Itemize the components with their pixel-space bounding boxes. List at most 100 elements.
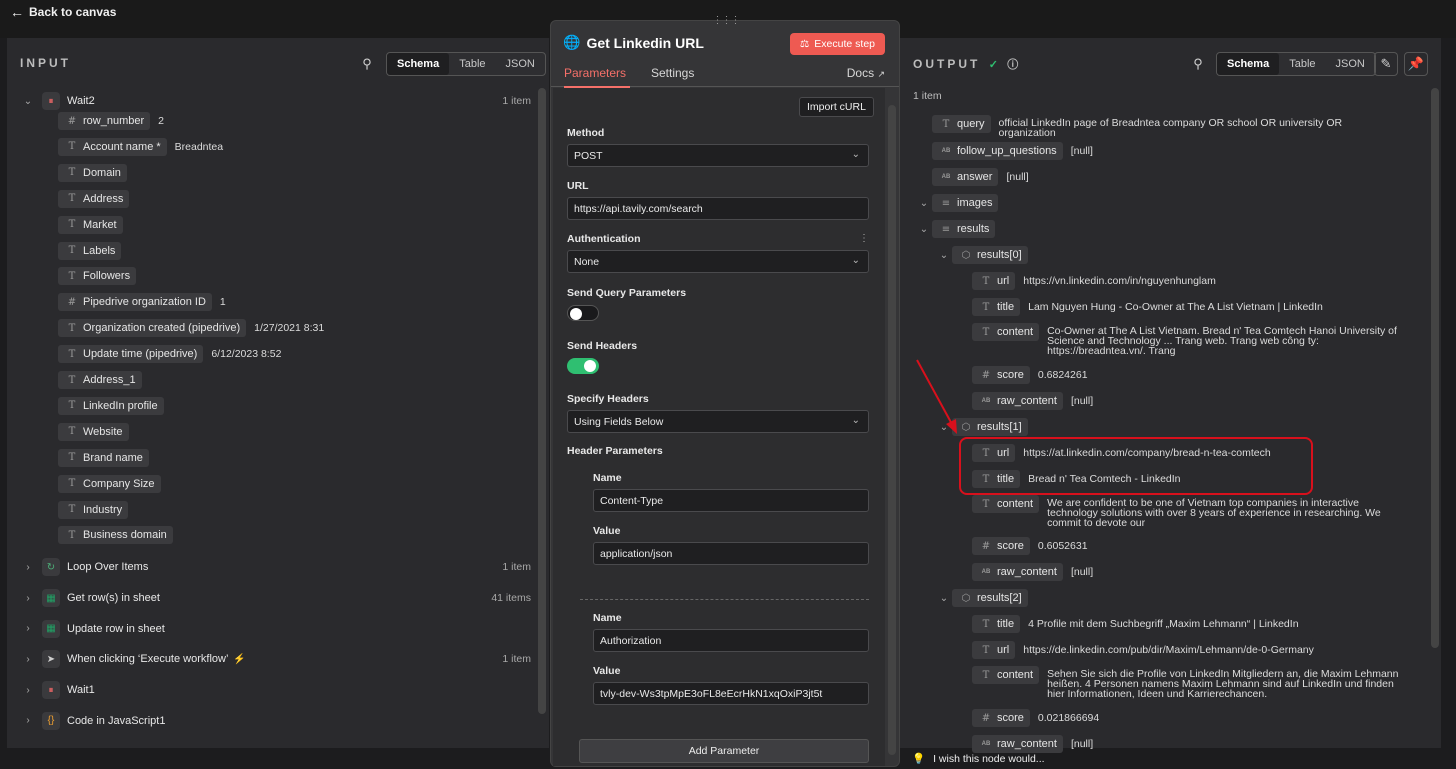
field-pill[interactable]: T Business domain: [58, 526, 173, 545]
input-field[interactable]: T Business domain: [58, 525, 181, 545]
header-2-name-input[interactable]: Authorization: [593, 629, 869, 652]
field-pill[interactable]: Turl: [972, 641, 1016, 659]
field-pill[interactable]: Tcontent: [972, 666, 1040, 684]
output-field[interactable]: Ttitle Lam Nguyen Hung - Co-Owner at The …: [972, 297, 1323, 317]
field-pill[interactable]: T Industry: [58, 500, 129, 519]
import-curl-button[interactable]: Import cURL: [799, 97, 874, 117]
output-field[interactable]: Tcontent Sehen Sie sich die Profile von L…: [972, 666, 1407, 699]
input-node[interactable]: › ▦ Get row(s) in sheet 41 items: [21, 587, 531, 609]
field-pill[interactable]: ⬡ results[2]: [952, 589, 1028, 607]
input-field[interactable]: T Organization created (pipedrive) 1/27/20…: [58, 318, 324, 338]
output-tab-schema[interactable]: Schema: [1217, 53, 1280, 75]
field-pill[interactable]: T Address_1: [58, 371, 142, 389]
search-icon[interactable]: ⚲: [1187, 53, 1209, 75]
chevron-right-icon[interactable]: ›: [21, 593, 35, 604]
field-pill[interactable]: Tcontent: [972, 323, 1040, 341]
input-field[interactable]: T Labels: [58, 241, 129, 261]
input-field[interactable]: T Update time (pipedrive) 6/12/2023 8:52: [58, 344, 281, 364]
chevron-right-icon[interactable]: ›: [21, 715, 35, 726]
chevron-right-icon[interactable]: ›: [21, 654, 35, 665]
input-field[interactable]: # row_number 2: [58, 111, 164, 131]
output-tab-json[interactable]: JSON: [1326, 53, 1375, 75]
field-pill[interactable]: T Account name *: [58, 137, 167, 156]
field-pill[interactable]: ⬡ results[1]: [952, 418, 1028, 436]
input-tab-table[interactable]: Table: [449, 53, 495, 75]
input-field[interactable]: # Pipedrive organization ID 1: [58, 292, 226, 312]
field-pill[interactable]: T Labels: [58, 241, 122, 260]
input-field[interactable]: T Address: [58, 189, 137, 209]
field-pill[interactable]: # score: [972, 366, 1030, 384]
send-headers-toggle[interactable]: [567, 358, 599, 374]
input-field[interactable]: T Address_1: [58, 370, 150, 390]
edit-icon[interactable]: ✎: [1374, 52, 1398, 76]
output-field[interactable]: # score 0.021866694: [972, 708, 1099, 728]
output-field[interactable]: AB raw_content [null]: [972, 391, 1093, 411]
output-field[interactable]: AB raw_content [null]: [972, 734, 1093, 754]
field-pill[interactable]: Ttitle: [972, 298, 1021, 316]
field-pill[interactable]: AB raw_content: [972, 563, 1063, 581]
output-field[interactable]: AB raw_content [null]: [972, 562, 1093, 582]
input-field[interactable]: T Website: [58, 422, 137, 442]
output-tab-table[interactable]: Table: [1279, 53, 1325, 75]
field-pill[interactable]: # score: [972, 709, 1030, 727]
feedback-prompt[interactable]: 💡 I wish this node would...: [912, 752, 1045, 766]
modal-scrollbar[interactable]: [888, 105, 896, 755]
input-field[interactable]: T Domain: [58, 163, 135, 183]
input-scrollbar[interactable]: [538, 88, 546, 714]
field-pill[interactable]: ⬡ results[0]: [952, 246, 1028, 264]
chevron-right-icon[interactable]: ›: [21, 623, 35, 634]
input-field[interactable]: T Market: [58, 215, 131, 235]
method-select[interactable]: POST ⌄: [567, 144, 869, 167]
input-field[interactable]: T LinkedIn profile: [58, 396, 172, 416]
output-field[interactable]: ⌄ ⬡ results[2]: [936, 588, 1028, 608]
input-node[interactable]: › ▦ Update row in sheet: [21, 618, 531, 640]
output-scrollbar[interactable]: [1431, 88, 1439, 648]
specify-headers-select[interactable]: Using Fields Below ⌄: [567, 410, 869, 433]
input-field[interactable]: T Industry: [58, 500, 136, 520]
field-pill[interactable]: AB raw_content: [972, 392, 1063, 410]
output-field[interactable]: # score 0.6824261: [972, 365, 1088, 385]
drag-handle-icon[interactable]: ⋮⋮⋮: [711, 15, 741, 27]
field-pill[interactable]: T Company Size: [58, 474, 161, 493]
output-field[interactable]: Ttitle 4 Profile mit dem Suchbegriff „Max…: [972, 614, 1299, 634]
back-to-canvas-button[interactable]: ← Back to canvas: [10, 4, 116, 20]
output-field[interactable]: AB answer [null]: [932, 167, 1029, 187]
chevron-down-icon[interactable]: ⌄: [936, 422, 952, 433]
authentication-select[interactable]: None ⌄: [567, 250, 869, 273]
chevron-down-icon[interactable]: ⌄: [916, 224, 932, 235]
output-field[interactable]: Turl https://vn.linkedin.com/in/nguyenhun…: [972, 271, 1216, 291]
output-field[interactable]: Turl https://de.linkedin.com/pub/dir/Maxi…: [972, 640, 1314, 660]
field-pill[interactable]: # Pipedrive organization ID: [58, 293, 212, 312]
output-field[interactable]: # score 0.6052631: [972, 536, 1088, 556]
field-pill[interactable]: T Followers: [58, 267, 137, 286]
output-field[interactable]: ⌄ ≡ images: [916, 193, 999, 213]
chevron-down-icon[interactable]: ⌄: [936, 250, 952, 261]
field-pill[interactable]: T Brand name: [58, 448, 149, 467]
output-field[interactable]: Tquery official LinkedIn page of Breadnte…: [932, 115, 1359, 138]
input-node[interactable]: › {} Code in JavaScript1: [21, 710, 531, 732]
chevron-down-icon[interactable]: ⌄: [916, 198, 932, 209]
input-node[interactable]: › ➤ When clicking ‘Execute workflow’ ⚡ 1 ite…: [21, 648, 531, 670]
field-pill[interactable]: # score: [972, 537, 1030, 555]
field-pill[interactable]: ≡ results: [932, 220, 996, 238]
field-pill[interactable]: AB answer: [932, 168, 999, 186]
tab-parameters[interactable]: Parameters: [564, 66, 630, 88]
field-pill[interactable]: # row_number: [58, 112, 151, 130]
output-field[interactable]: Tcontent We are confident to be one of Vi…: [972, 495, 1407, 528]
more-options-icon[interactable]: ⋮: [859, 233, 869, 244]
field-pill[interactable]: T Website: [58, 422, 129, 441]
url-input[interactable]: https://api.tavily.com/search: [567, 197, 869, 220]
input-field[interactable]: T Followers: [58, 266, 144, 286]
field-pill[interactable]: T LinkedIn profile: [58, 396, 164, 415]
output-field[interactable]: ⌄ ⬡ results[0]: [936, 245, 1028, 265]
field-pill[interactable]: Ttitle: [972, 615, 1021, 633]
output-field[interactable]: AB follow_up_questions [null]: [932, 141, 1093, 161]
field-pill[interactable]: AB raw_content: [972, 735, 1063, 753]
input-node[interactable]: ⌄ ⏸ Wait2 1 item: [21, 90, 531, 112]
input-field[interactable]: T Company Size: [58, 474, 169, 494]
input-node[interactable]: › ⏸ Wait1: [21, 679, 531, 701]
field-pill[interactable]: AB follow_up_questions: [932, 142, 1063, 160]
send-query-toggle[interactable]: [567, 305, 599, 321]
field-pill[interactable]: T Market: [58, 215, 123, 234]
field-pill[interactable]: T Address: [58, 189, 130, 208]
